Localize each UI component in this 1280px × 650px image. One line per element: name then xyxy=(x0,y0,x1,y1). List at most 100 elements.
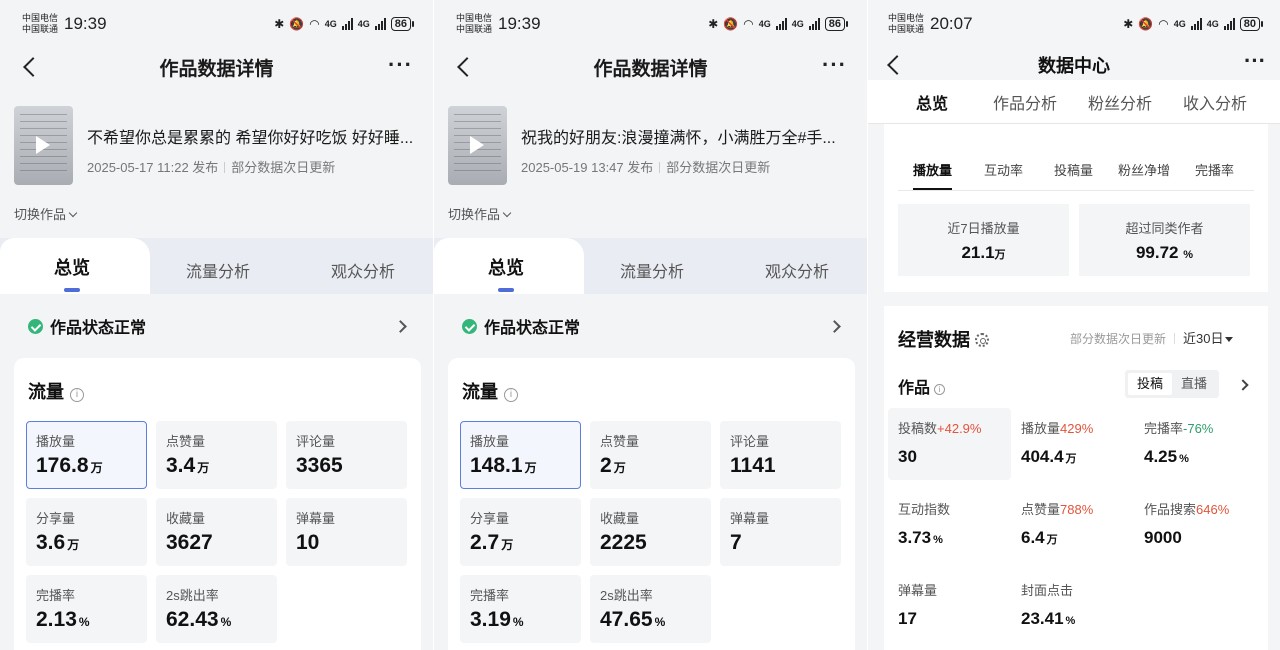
metric-tab-interaction[interactable]: 互动率 xyxy=(984,160,1023,179)
tab-traffic[interactable]: 流量分析 xyxy=(186,258,250,282)
period-select[interactable]: 近30日 xyxy=(1183,331,1223,346)
video-thumbnail[interactable] xyxy=(448,106,507,185)
dropdown-icon xyxy=(1225,337,1234,342)
metric-danmaku[interactable]: 弹幕量 7 xyxy=(720,498,841,566)
status-bar: 中国电信 中国联通 19:39 ✱ 🔕 ◠ 4G 4G 86 xyxy=(456,10,849,38)
clock: 19:39 xyxy=(498,14,541,33)
carrier-2: 中国联通 xyxy=(456,24,493,34)
carrier-1: 中国电信 xyxy=(456,13,493,23)
check-circle-icon xyxy=(462,318,477,334)
more-icon[interactable]: ··· xyxy=(388,52,413,78)
work-status-row[interactable]: 作品状态正常 xyxy=(434,294,867,358)
signal-icon xyxy=(775,18,787,30)
metric-completion[interactable]: 完播率 3.19% xyxy=(460,575,581,643)
chevron-right-icon xyxy=(394,319,407,333)
tab-income-analysis[interactable]: 收入分析 xyxy=(1183,90,1247,114)
mute-icon: 🔕 xyxy=(723,17,739,31)
back-icon[interactable] xyxy=(884,52,908,78)
work-status-row[interactable]: 作品状态正常 xyxy=(0,294,433,358)
metric-comments[interactable]: 评论量 3365 xyxy=(286,421,407,489)
mute-icon: 🔕 xyxy=(1138,17,1154,31)
metric-search[interactable]: 作品搜索646% 9000 xyxy=(1134,489,1257,561)
network-type: 4G xyxy=(758,19,771,29)
info-icon[interactable]: i xyxy=(70,388,84,402)
tab-bar: 总览 流量分析 观众分析 xyxy=(0,238,433,294)
switch-work-button[interactable]: 切换作品 xyxy=(14,204,78,223)
tab-works-analysis[interactable]: 作品分析 xyxy=(993,90,1057,114)
tab-audience[interactable]: 观众分析 xyxy=(331,258,395,282)
info-icon[interactable]: i xyxy=(504,388,518,402)
metric-tab-plays[interactable]: 播放量 xyxy=(913,160,953,190)
data-center-panel: 中国电信 中国联通 20:07 ✱ 🔕 ◠ 4G 4G 80 数据中心 ··· … xyxy=(868,0,1280,650)
metric-plays[interactable]: 播放量 148.1 万 xyxy=(460,421,581,489)
segment-live[interactable]: 直播 xyxy=(1172,373,1216,395)
status-bar: 中国电信 中国联通 20:07 ✱ 🔕 ◠ 4G 4G 80 xyxy=(888,10,1264,38)
work-item[interactable]: 祝我的好朋友:浪漫撞满怀，小满胜万全#手... 2025-05-19 13:47… xyxy=(448,106,859,186)
switch-work-button[interactable]: 切换作品 xyxy=(448,204,512,223)
page-title: 作品数据详情 xyxy=(159,58,274,80)
metric-bounce[interactable]: 2s跳出率 62.43% xyxy=(156,575,277,643)
tab-bar: 总览 作品分析 粉丝分析 收入分析 xyxy=(868,80,1280,128)
back-icon[interactable] xyxy=(454,54,478,80)
metric-comments[interactable]: 评论量 1141 xyxy=(720,421,841,489)
carrier-2: 中国联通 xyxy=(22,24,59,34)
metric-favorites[interactable]: 收藏量 3627 xyxy=(156,498,277,566)
bluetooth-icon: ✱ xyxy=(708,17,719,31)
metric-cover-click[interactable]: 封面点击 23.41% xyxy=(1011,570,1134,642)
metric-interaction-index[interactable]: 互动指数 3.73% xyxy=(888,489,1011,561)
work-item[interactable]: 不希望你总是累累的 希望你好好吃饭 好好睡... 2025-05-17 11:2… xyxy=(14,106,425,186)
rank-box: 超过同类作者 99.72 % xyxy=(1079,204,1250,276)
work-detail-panel-1: 中国电信 中国联通 19:39 ✱ 🔕 ◠ 4G 4G 86 作品数据详情 ··… xyxy=(0,0,433,650)
carrier-1: 中国电信 xyxy=(22,13,59,23)
tab-overview[interactable]: 总览 xyxy=(883,90,981,128)
metric-danmaku[interactable]: 弹幕量 10 xyxy=(286,498,407,566)
wifi-icon: ◠ xyxy=(743,17,754,31)
biz-note: 部分数据次日更新 xyxy=(1070,332,1167,346)
metric-bounce[interactable]: 2s跳出率 47.65% xyxy=(590,575,711,643)
segment-posts[interactable]: 投稿 xyxy=(1128,373,1172,395)
weekly-plays-box: 近7日播放量 21.1万 xyxy=(898,204,1069,276)
metric-shares[interactable]: 分享量 2.7 万 xyxy=(460,498,581,566)
video-thumbnail[interactable] xyxy=(14,106,73,185)
work-status: 作品状态正常 xyxy=(50,320,147,337)
clock: 20:07 xyxy=(930,14,973,33)
metric-plays[interactable]: 播放量 176.8 万 xyxy=(26,421,147,489)
chevron-right-icon[interactable] xyxy=(1237,379,1249,391)
battery-icon: 86 xyxy=(824,17,849,31)
metric-tab-completion[interactable]: 完播率 xyxy=(1195,160,1234,179)
publish-time: 2025-05-17 11:22 发布 xyxy=(87,160,219,175)
info-icon[interactable]: i xyxy=(934,384,946,395)
tab-audience[interactable]: 观众分析 xyxy=(765,258,829,282)
more-icon[interactable]: ··· xyxy=(1244,48,1266,74)
network-type: 4G xyxy=(324,19,337,29)
segment-control: 投稿 直播 xyxy=(1125,370,1219,398)
tab-fans-analysis[interactable]: 粉丝分析 xyxy=(1088,90,1152,114)
metric-likes[interactable]: 点赞量 2 万 xyxy=(590,421,711,489)
tab-traffic[interactable]: 流量分析 xyxy=(620,258,684,282)
tab-overview[interactable]: 总览 xyxy=(488,254,524,292)
battery-icon: 86 xyxy=(390,17,415,31)
header: 作品数据详情 ··· xyxy=(0,50,433,84)
more-icon[interactable]: ··· xyxy=(822,52,847,78)
metric-likes[interactable]: 点赞量788% 6.4 万 xyxy=(1011,489,1134,561)
tab-overview[interactable]: 总览 xyxy=(54,254,90,292)
chevron-right-icon xyxy=(828,319,841,333)
metric-posts[interactable]: 投稿数+42.9% 30 xyxy=(888,408,1011,480)
signal-icon-2 xyxy=(1223,18,1235,30)
metric-completion[interactable]: 完播率 2.13% xyxy=(26,575,147,643)
metric-shares[interactable]: 分享量 3.6 万 xyxy=(26,498,147,566)
metric-favorites[interactable]: 收藏量 2225 xyxy=(590,498,711,566)
metric-likes[interactable]: 点赞量 3.4 万 xyxy=(156,421,277,489)
network-type-2: 4G xyxy=(791,19,804,29)
metric-plays[interactable]: 播放量429% 404.4 万 xyxy=(1011,408,1134,480)
carrier-2: 中国联通 xyxy=(888,24,925,34)
mute-icon: 🔕 xyxy=(289,17,305,31)
metric-tab-posts[interactable]: 投稿量 xyxy=(1054,160,1093,179)
metric-tab-fans[interactable]: 粉丝净增 xyxy=(1118,160,1170,179)
traffic-card: 流量 i 播放量 148.1 万 点赞量 2 万 评论量 1141 分享量 2.7 万 收藏量 2… xyxy=(448,358,855,650)
back-icon[interactable] xyxy=(20,54,44,80)
gear-icon[interactable] xyxy=(975,333,989,347)
metric-completion[interactable]: 完播率-76% 4.25% xyxy=(1134,408,1257,480)
metric-danmaku[interactable]: 弹幕量 17 xyxy=(888,570,1011,642)
carrier-1: 中国电信 xyxy=(888,13,925,23)
